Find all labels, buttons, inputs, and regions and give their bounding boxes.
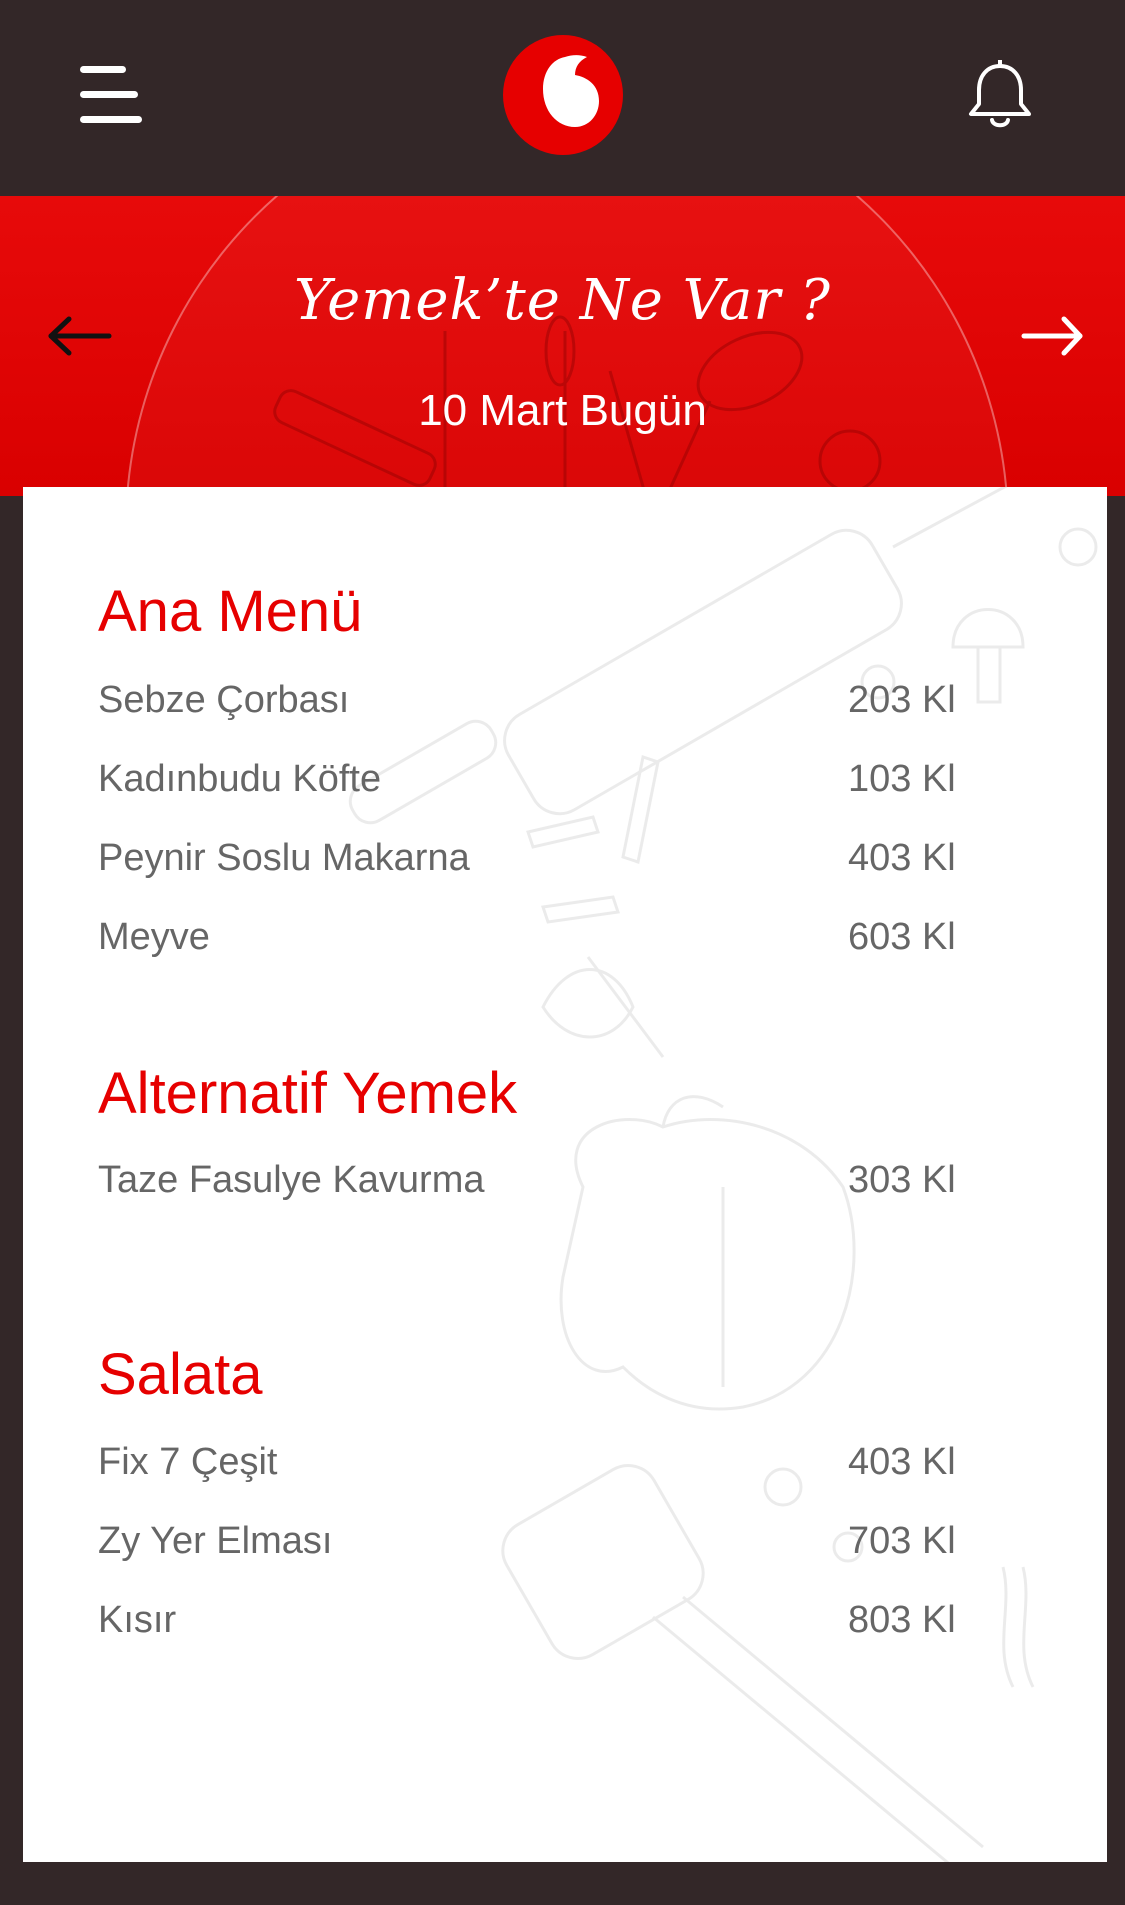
menu-item-calories: 603 Kl: [848, 916, 956, 958]
menu-item: Zy Yer Elması 703 Kl: [98, 1511, 998, 1571]
menu-item-name: Sebze Çorbası: [98, 679, 350, 721]
menu-item-calories: 403 Kl: [848, 1441, 956, 1483]
section-title: Alternatif Yemek: [98, 1061, 518, 1126]
menu-item-calories: 703 Kl: [848, 1520, 956, 1562]
menu-item: Fix 7 Çeşit 403 Kl: [98, 1432, 998, 1492]
menu-item-name: Peynir Soslu Makarna: [98, 837, 470, 879]
arrow-right-icon[interactable]: [1018, 311, 1088, 361]
top-bar: [0, 0, 1125, 196]
menu-card: Ana Menü Sebze Çorbası 203 Kl Kadınbudu …: [23, 487, 1107, 1862]
bottom-strip: [0, 1862, 1125, 1905]
menu-item-name: Zy Yer Elması: [98, 1520, 333, 1562]
menu-item-calories: 403 Kl: [848, 837, 956, 879]
menu-item: Taze Fasulye Kavurma 303 Kl: [98, 1150, 998, 1210]
banner-date: 10 Mart Bugün: [418, 386, 707, 435]
menu-item-name: Fix 7 Çeşit: [98, 1441, 278, 1483]
section-title: Ana Menü: [98, 579, 363, 644]
bell-icon[interactable]: [965, 58, 1035, 132]
menu-item: Meyve 603 Kl: [98, 907, 998, 967]
menu-item-name: Kısır: [98, 1599, 177, 1641]
menu-item-calories: 203 Kl: [848, 679, 956, 721]
menu-item: Sebze Çorbası 203 Kl: [98, 670, 998, 730]
menu-item-calories: 803 Kl: [848, 1599, 956, 1641]
menu-item-calories: 303 Kl: [848, 1159, 956, 1201]
menu-item: Kadınbudu Köfte 103 Kl: [98, 749, 998, 809]
banner-title: Yemek’te Ne Var ?: [294, 268, 831, 333]
hamburger-menu-icon[interactable]: [80, 64, 142, 126]
menu-item-name: Meyve: [98, 916, 210, 958]
menu-item-calories: 103 Kl: [848, 758, 956, 800]
menu-item-name: Taze Fasulye Kavurma: [98, 1159, 485, 1201]
menu-item: Kısır 803 Kl: [98, 1590, 998, 1650]
section-title: Salata: [98, 1342, 263, 1407]
menu-item: Peynir Soslu Makarna 403 Kl: [98, 828, 998, 888]
menu-item-name: Kadınbudu Köfte: [98, 758, 382, 800]
date-banner: Yemek’te Ne Var ? 10 Mart Bugün: [0, 196, 1125, 496]
vodafone-logo-icon: [503, 35, 623, 155]
